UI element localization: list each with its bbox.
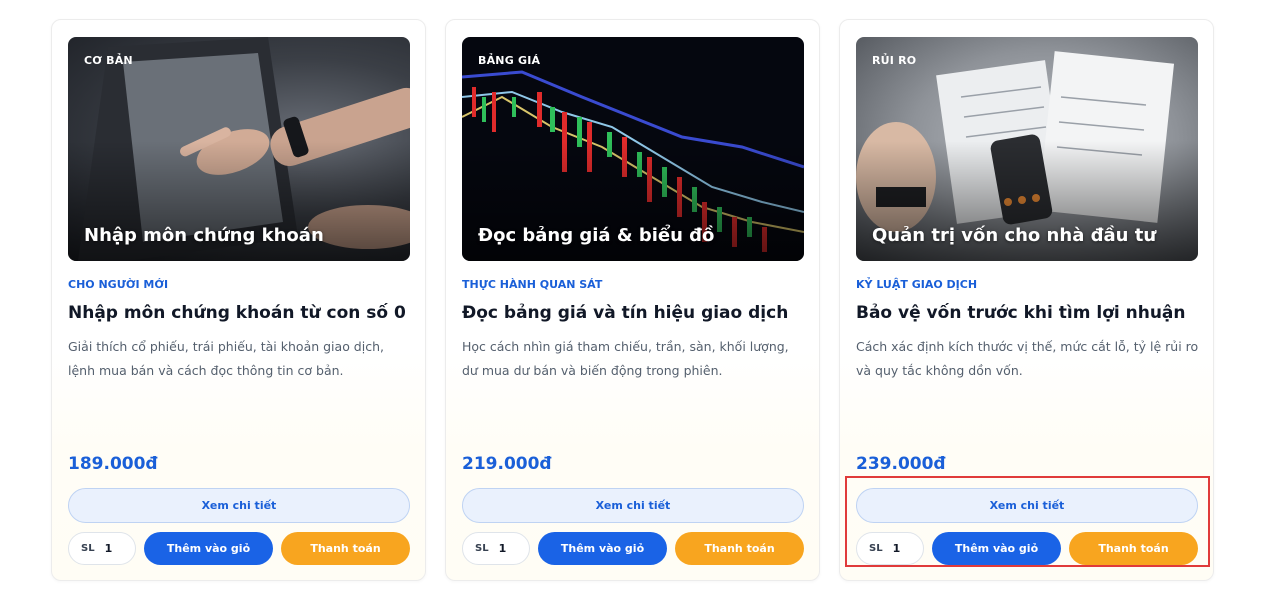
add-to-cart-button[interactable]: Thêm vào giỏ [538, 532, 667, 565]
thumbnail-title: Đọc bảng giá & biểu đồ [478, 225, 715, 246]
course-title[interactable]: Nhập môn chứng khoán từ con số 0 [68, 303, 406, 323]
course-card-stock-basics: CƠ BẢN Nhập môn chứng khoán CHO NGƯỜI MỚ… [51, 19, 426, 581]
course-badge: RỦI RO [872, 54, 917, 67]
thumbnail-title: Nhập môn chứng khoán [84, 225, 324, 246]
course-thumbnail-laptop-image[interactable]: CƠ BẢN Nhập môn chứng khoán [68, 37, 410, 261]
thumbnail-title: Quản trị vốn cho nhà đầu tư [872, 225, 1157, 246]
course-price: 219.000đ [462, 454, 552, 474]
course-category: CHO NGƯỜI MỚI [68, 278, 169, 291]
quantity-value[interactable]: 1 [105, 542, 113, 555]
course-category: KỶ LUẬT GIAO DỊCH [856, 278, 978, 291]
course-title[interactable]: Bảo vệ vốn trước khi tìm lợi nhuận [856, 303, 1186, 323]
view-details-button[interactable]: Xem chi tiết [68, 488, 410, 523]
quantity-field[interactable]: SL 1 [462, 532, 530, 565]
course-badge: BẢNG GIÁ [478, 54, 541, 67]
course-description: Giải thích cổ phiếu, trái phiếu, tài kho… [68, 339, 384, 378]
checkout-button[interactable]: Thanh toán [675, 532, 804, 565]
course-description: Học cách nhìn giá tham chiếu, trần, sàn,… [462, 339, 789, 378]
course-price: 239.000đ [856, 454, 946, 474]
view-details-button[interactable]: Xem chi tiết [462, 488, 804, 523]
highlight-box [845, 476, 1210, 567]
course-price: 189.000đ [68, 454, 158, 474]
course-thumbnail-tax-forms-image[interactable]: RỦI RO Quản trị vốn cho nhà đầu tư [856, 37, 1198, 261]
course-description: Cách xác định kích thước vị thế, mức cắt… [856, 339, 1199, 378]
checkout-button[interactable]: Thanh toán [281, 532, 410, 565]
course-card-price-board: BẢNG GIÁ Đọc bảng giá & biểu đồ THỰC HÀN… [445, 19, 820, 581]
add-to-cart-button[interactable]: Thêm vào giỏ [144, 532, 273, 565]
quantity-value[interactable]: 1 [499, 542, 507, 555]
course-category: THỰC HÀNH QUAN SÁT [462, 278, 603, 291]
course-title[interactable]: Đọc bảng giá và tín hiệu giao dịch [462, 303, 788, 323]
course-badge: CƠ BẢN [84, 54, 133, 67]
quantity-label: SL [475, 543, 489, 554]
quantity-field[interactable]: SL 1 [68, 532, 136, 565]
quantity-label: SL [81, 543, 95, 554]
course-thumbnail-chart-image[interactable]: BẢNG GIÁ Đọc bảng giá & biểu đồ [462, 37, 804, 261]
